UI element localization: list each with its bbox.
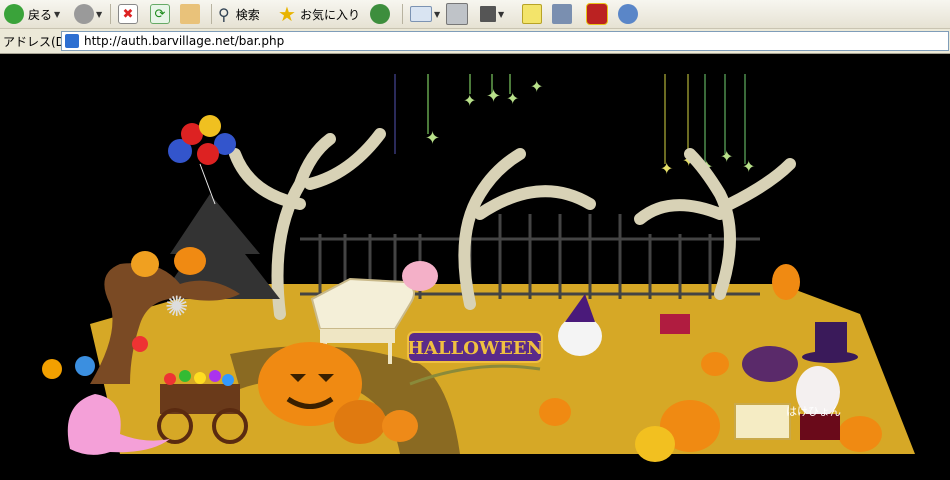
discuss-button[interactable] <box>522 2 542 26</box>
home-icon <box>180 4 200 24</box>
forward-arrow-icon <box>74 4 94 24</box>
page-content: ✦ ✦ ✦ ✦ ✦ ✦ ✦ ✦ ✦ ✦ ✺ HALLOWEEN はけひょん <box>0 54 950 480</box>
chevron-down-icon: ▼ <box>434 9 441 19</box>
stop-button[interactable]: ✖ <box>118 2 138 26</box>
cauldron <box>742 346 798 382</box>
favorites-button[interactable]: ★ お気に入り <box>278 2 360 26</box>
search-icon: ⚲ <box>218 4 230 24</box>
balloons <box>168 115 236 205</box>
messenger-icon <box>618 4 638 24</box>
svg-text:✦: ✦ <box>720 147 733 166</box>
edit-icon <box>480 6 496 22</box>
research-button[interactable] <box>552 2 572 26</box>
star-icon: ★ <box>278 2 296 26</box>
cobweb: ✺ <box>165 290 188 323</box>
svg-text:✦: ✦ <box>742 157 755 176</box>
search-button[interactable]: ⚲ 検索 <box>218 2 260 26</box>
search-label: 検索 <box>235 7 260 22</box>
toolbar-separator <box>211 4 212 24</box>
chevron-down-icon: ▼ <box>498 9 505 19</box>
svg-text:✦: ✦ <box>463 91 476 110</box>
note-icon <box>522 4 542 24</box>
svg-text:✦: ✦ <box>506 89 519 108</box>
refresh-icon: ⟳ <box>150 4 170 24</box>
chevron-down-icon: ▼ <box>54 9 61 19</box>
refresh-button[interactable]: ⟳ <box>150 2 170 26</box>
back-button[interactable]: 戻る ▼ <box>4 2 60 26</box>
address-label: アドレス(D) <box>3 35 70 49</box>
address-url[interactable]: http://auth.barvillage.net/bar.php <box>84 34 284 48</box>
extension-button[interactable] <box>586 2 608 26</box>
user-nickname[interactable]: はけひょん <box>786 403 841 419</box>
messenger-button[interactable] <box>618 2 638 26</box>
history-icon <box>370 4 390 24</box>
home-button[interactable] <box>180 2 200 26</box>
toolbar-separator <box>110 4 111 24</box>
cake-box <box>734 403 791 440</box>
address-bar: アドレス(D) http://auth.barvillage.net/bar.p… <box>0 29 950 54</box>
research-icon <box>552 4 572 24</box>
back-label: 戻る <box>28 7 53 22</box>
svg-text:✦: ✦ <box>660 159 673 178</box>
print-button[interactable] <box>446 2 468 26</box>
page-icon <box>65 34 79 48</box>
extension-icon <box>586 3 608 25</box>
svg-text:✦: ✦ <box>486 86 501 107</box>
address-input[interactable]: http://auth.barvillage.net/bar.php <box>61 31 949 51</box>
stop-icon: ✖ <box>118 4 138 24</box>
toolbar-separator <box>402 4 403 24</box>
forward-button[interactable]: ▼ <box>74 2 102 26</box>
gift-box <box>660 314 690 334</box>
printer-icon <box>446 3 468 25</box>
favorites-label: お気に入り <box>299 7 360 22</box>
mail-icon <box>410 6 432 22</box>
back-arrow-icon <box>4 4 24 24</box>
svg-text:✦: ✦ <box>530 77 543 96</box>
svg-text:✦: ✦ <box>425 128 440 149</box>
browser-toolbar: 戻る ▼ ▼ ✖ ⟳ ⚲ 検索 ★ お気に入り ▼ ▼ <box>0 0 950 29</box>
chevron-down-icon: ▼ <box>96 9 103 19</box>
piano-keys <box>320 329 395 343</box>
edit-button[interactable]: ▼ <box>480 2 504 26</box>
history-button[interactable] <box>370 2 390 26</box>
halloween-sign-text: HALLOWEEN <box>407 338 543 359</box>
pink-pig <box>402 261 438 291</box>
mail-button[interactable]: ▼ <box>410 2 440 26</box>
